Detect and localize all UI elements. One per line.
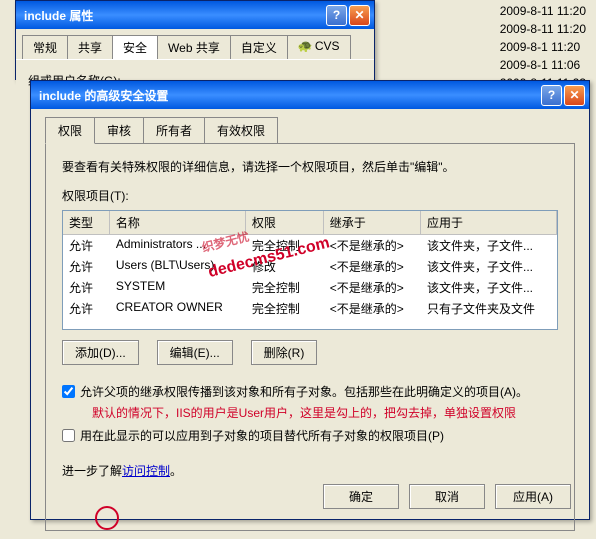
advanced-tabs: 权限 审核 所有者 有效权限 [45,117,575,144]
col-type[interactable]: 类型 [63,211,110,234]
col-applies[interactable]: 应用于 [421,211,557,234]
ok-button[interactable]: 确定 [323,484,399,509]
table-row[interactable]: 允许CREATOR OWNER完全控制<不是继承的>只有子文件夹及文件 [63,298,557,319]
tab-custom[interactable]: 自定义 [230,35,288,59]
permission-buttons: 添加(D)... 编辑(E)... 删除(R) [62,340,558,365]
table-row[interactable]: 允许Administrators ...完全控制<不是继承的>该文件夹，子文件.… [63,235,557,256]
permission-items-label: 权限项目(T): [62,187,558,204]
annotation-circle [95,506,119,530]
advanced-security-dialog: include 的高级安全设置 ? ✕ 权限 审核 所有者 有效权限 要查看有关… [30,80,590,520]
titlebar[interactable]: include 属性 ? ✕ [16,1,374,29]
help-button[interactable]: ? [326,5,347,26]
close-button[interactable]: ✕ [349,5,370,26]
permission-list[interactable]: 类型 名称 权限 继承于 应用于 允许Administrators ...完全控… [62,210,558,330]
tab-security[interactable]: 安全 [112,35,158,59]
col-inherited[interactable]: 继承于 [324,211,421,234]
table-row[interactable]: 允许SYSTEM完全控制<不是继承的>该文件夹，子文件... [63,277,557,298]
inherit-checkbox[interactable] [62,385,75,398]
cancel-button[interactable]: 取消 [409,484,485,509]
tab-owner[interactable]: 所有者 [143,117,205,144]
remove-button[interactable]: 删除(R) [251,340,318,365]
close-button[interactable]: ✕ [564,85,585,106]
access-control-link[interactable]: 访问控制 [122,464,170,478]
permissions-panel: 要查看有关特殊权限的详细信息，请选择一个权限项目，然后单击"编辑"。 权限项目(… [45,143,575,531]
tab-effective[interactable]: 有效权限 [204,117,278,144]
add-button[interactable]: 添加(D)... [62,340,139,365]
tab-general[interactable]: 常规 [22,35,68,59]
inherit-label: 允许父项的继承权限传播到该对象和所有子对象。包括那些在此明确定义的项目(A)。 [80,383,528,400]
cvs-icon: 🐢 [298,39,313,53]
background-timestamps: 2009-8-11 11:202009-8-11 11:202009-8-1 1… [500,2,586,92]
help-button[interactable]: ? [541,85,562,106]
properties-dialog: include 属性 ? ✕ 常规 共享 安全 Web 共享 自定义 🐢CVS … [15,0,375,80]
tab-permissions[interactable]: 权限 [45,117,95,144]
table-row[interactable]: 允许Users (BLT\Users)修改<不是继承的>该文件夹，子文件... [63,256,557,277]
list-header: 类型 名称 权限 继承于 应用于 [63,211,557,235]
titlebar[interactable]: include 的高级安全设置 ? ✕ [31,81,589,109]
inherit-checkbox-row: 允许父项的继承权限传播到该对象和所有子对象。包括那些在此明确定义的项目(A)。 [62,383,558,400]
dialog-footer: 确定 取消 应用(A) [323,484,571,509]
edit-button[interactable]: 编辑(E)... [157,340,233,365]
col-permission[interactable]: 权限 [246,211,324,234]
learn-more: 进一步了解访问控制。 [62,462,558,479]
col-name[interactable]: 名称 [110,211,246,234]
replace-label: 用在此显示的可以应用到子对象的项目替代所有子对象的权限项目(P) [80,427,444,444]
tab-websharing[interactable]: Web 共享 [157,35,231,59]
tab-cvs[interactable]: 🐢CVS [287,35,351,59]
replace-checkbox-row: 用在此显示的可以应用到子对象的项目替代所有子对象的权限项目(P) [62,427,558,444]
dialog-title: include 属性 [20,7,324,24]
apply-button[interactable]: 应用(A) [495,484,571,509]
info-text: 要查看有关特殊权限的详细信息，请选择一个权限项目，然后单击"编辑"。 [62,158,558,175]
dialog-title: include 的高级安全设置 [35,87,539,104]
replace-checkbox[interactable] [62,429,75,442]
annotation-note: 默认的情况下，IIS的用户是User用户，这里是勾上的，把勾去掉，单独设置权限 [92,404,558,421]
tab-sharing[interactable]: 共享 [67,35,113,59]
tab-audit[interactable]: 审核 [94,117,144,144]
properties-tabs: 常规 共享 安全 Web 共享 自定义 🐢CVS [22,35,368,59]
